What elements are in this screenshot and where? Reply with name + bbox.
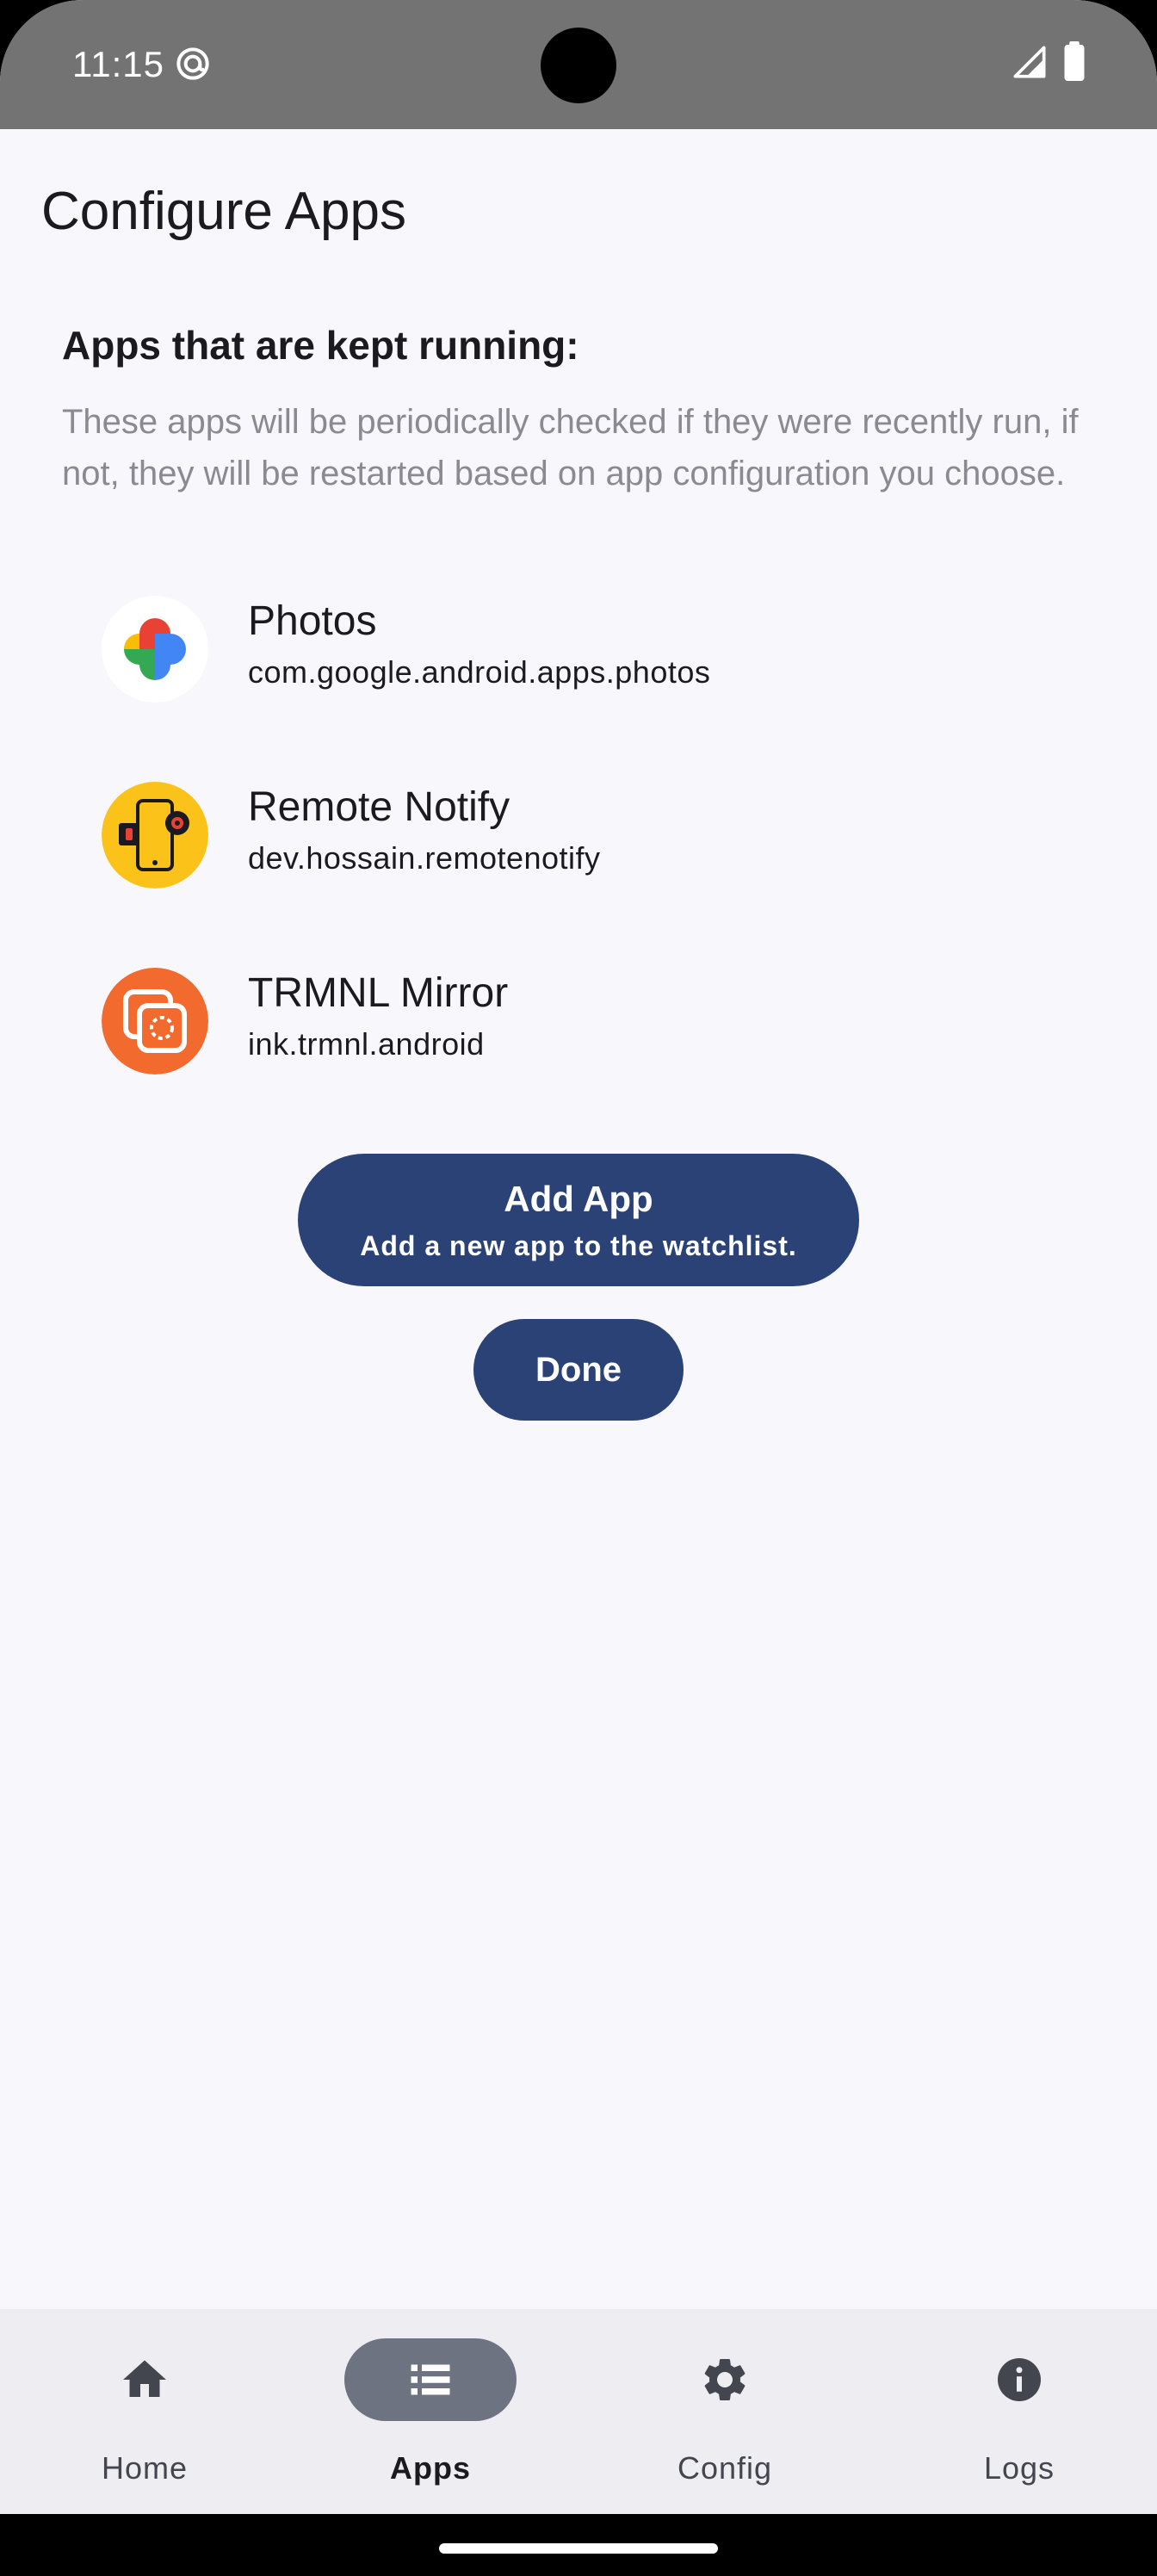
- list-icon: [411, 2364, 450, 2395]
- battery-icon: [1064, 41, 1085, 81]
- nav-item-home[interactable]: Home: [0, 2309, 289, 2514]
- remote-notify-icon: [102, 782, 208, 889]
- app-name: Photos: [248, 598, 377, 644]
- nav-item-config[interactable]: Config: [580, 2309, 869, 2514]
- section-description: These apps will be periodically checked …: [62, 403, 1079, 492]
- page-title: Configure Apps: [41, 182, 406, 241]
- at-sign-icon: [176, 47, 209, 80]
- home-icon: [123, 2360, 166, 2397]
- add-app-label: Add App: [504, 1179, 653, 1219]
- list-item[interactable]: Remote Notify dev.hossain.remotenotify: [102, 782, 1049, 894]
- add-app-subtitle: Add a new app to the watchlist.: [360, 1230, 797, 1261]
- cell-signal-icon: [1013, 46, 1046, 78]
- app-package: ink.trmnl.android: [248, 1026, 485, 1062]
- status-bar: 11:15: [0, 0, 1157, 129]
- bottom-navigation: Home Apps Config Logs: [0, 2309, 1157, 2514]
- app-package: com.google.android.apps.photos: [248, 654, 711, 690]
- camera-cutout: [541, 28, 616, 103]
- list-item[interactable]: TRMNL Mirror ink.trmnl.android: [102, 968, 1049, 1080]
- screen: 11:15 Configure Apps Apps that are kept …: [0, 0, 1157, 2576]
- nav-label: Home: [101, 2450, 189, 2486]
- gesture-handle[interactable]: [439, 2543, 718, 2554]
- nav-item-apps[interactable]: Apps: [286, 2309, 575, 2514]
- app-package: dev.hossain.remotenotify: [248, 840, 601, 876]
- nav-label: Apps: [390, 2450, 471, 2486]
- gesture-bar: [0, 2514, 1157, 2576]
- add-app-button[interactable]: Add App Add a new app to the watchlist.: [298, 1154, 859, 1286]
- nav-label: Logs: [983, 2450, 1055, 2486]
- list-item[interactable]: Photos com.google.android.apps.photos: [102, 596, 1049, 708]
- google-photos-icon: [102, 596, 208, 703]
- info-icon: [998, 2358, 1041, 2401]
- trmnl-mirror-icon: [102, 968, 208, 1074]
- app-name: Remote Notify: [248, 784, 510, 830]
- done-button[interactable]: Done: [473, 1319, 684, 1421]
- status-time: 11:15: [72, 44, 164, 84]
- app-name: TRMNL Mirror: [248, 970, 509, 1016]
- gear-icon: [704, 2359, 746, 2400]
- nav-item-logs[interactable]: Logs: [875, 2309, 1157, 2514]
- nav-label: Config: [677, 2450, 773, 2486]
- section-heading: Apps that are kept running:: [62, 323, 579, 368]
